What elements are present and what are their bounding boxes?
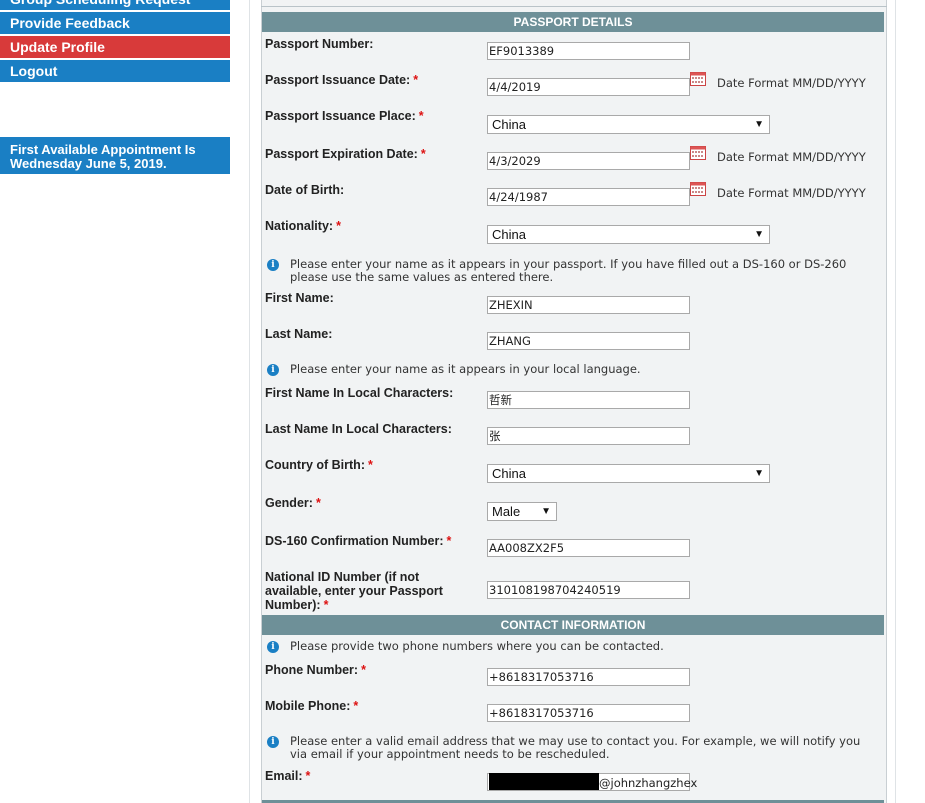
date-format-hint: Date Format MM/DD/YYYY	[717, 76, 866, 90]
local-name-instructions: Please enter your name as it appears in …	[290, 362, 641, 376]
passport-issuance-place-select[interactable]: China ▼	[487, 115, 770, 134]
appointment-notice-line1: First Available Appointment Is	[10, 142, 196, 157]
passport-expiration-date-label: Passport Expiration Date: *	[265, 147, 426, 161]
first-name-label: First Name:	[265, 291, 334, 305]
first-name-local-label: First Name In Local Characters:	[265, 386, 454, 400]
last-name-local-label: Last Name In Local Characters:	[265, 422, 452, 436]
info-icon: i	[267, 259, 279, 271]
nationality-select[interactable]: China ▼	[487, 225, 770, 244]
national-id-input[interactable]: 310108198704240519	[487, 581, 690, 599]
phone-number-input[interactable]: +8618317053716	[487, 668, 690, 686]
first-name-local-input[interactable]: 哲新	[487, 391, 690, 409]
last-name-local-input[interactable]: 张	[487, 427, 690, 445]
info-icon: i	[267, 641, 279, 653]
calendar-icon[interactable]	[690, 146, 706, 160]
national-id-label: National ID Number (if not available, en…	[265, 570, 443, 612]
chevron-down-icon: ▼	[754, 119, 764, 130]
passport-details-header: PASSPORT DETAILS	[262, 12, 884, 32]
redaction-bar	[489, 773, 599, 790]
email-label: Email: *	[265, 769, 311, 783]
country-of-birth-label: Country of Birth: *	[265, 458, 373, 472]
first-available-appointment-notice: First Available Appointment Is Wednesday…	[0, 137, 230, 174]
first-name-input[interactable]: ZHEXIN	[487, 296, 690, 314]
date-of-birth-input[interactable]: 4/24/1987	[487, 188, 690, 206]
date-format-hint: Date Format MM/DD/YYYY	[717, 186, 866, 200]
chevron-down-icon: ▼	[541, 506, 551, 517]
phone-number-label: Phone Number: *	[265, 663, 366, 677]
passport-number-input[interactable]: EF9013389	[487, 42, 690, 60]
date-format-hint: Date Format MM/DD/YYYY	[717, 150, 866, 164]
chevron-down-icon: ▼	[754, 229, 764, 240]
passport-issuance-place-label: Passport Issuance Place: *	[265, 109, 424, 123]
sidebar-item-group-scheduling[interactable]: Group Scheduling Request	[0, 0, 230, 10]
name-instructions: Please enter your name as it appears in …	[290, 257, 847, 284]
ds160-confirmation-input[interactable]: AA008ZX2F5	[487, 539, 690, 557]
calendar-icon[interactable]	[690, 72, 706, 86]
info-icon: i	[267, 364, 279, 376]
calendar-icon[interactable]	[690, 182, 706, 196]
nationality-label: Nationality: *	[265, 219, 341, 233]
sidebar-item-logout[interactable]: Logout	[0, 60, 230, 82]
email-instructions: Please enter a valid email address that …	[290, 734, 861, 761]
mobile-phone-label: Mobile Phone: *	[265, 699, 359, 713]
appointment-notice-line2: Wednesday June 5, 2019.	[10, 156, 167, 171]
gender-select[interactable]: Male ▼	[487, 502, 557, 521]
divider	[895, 0, 896, 803]
passport-number-label: Passport Number:	[265, 37, 374, 51]
passport-expiration-date-input[interactable]: 4/3/2029	[487, 152, 690, 170]
ds160-confirmation-label: DS-160 Confirmation Number: *	[265, 534, 452, 548]
divider	[261, 6, 887, 7]
divider	[249, 0, 250, 803]
sidebar-item-update-profile[interactable]: Update Profile	[0, 36, 230, 58]
country-of-birth-select[interactable]: China ▼	[487, 464, 770, 483]
gender-label: Gender: *	[265, 496, 321, 510]
last-name-label: Last Name:	[265, 327, 333, 341]
sidebar-item-provide-feedback[interactable]: Provide Feedback	[0, 12, 230, 34]
passport-issuance-date-input[interactable]: 4/4/2019	[487, 78, 690, 96]
date-of-birth-label: Date of Birth:	[265, 183, 345, 197]
phone-instructions: Please provide two phone numbers where y…	[290, 639, 664, 653]
last-name-input[interactable]: ZHANG	[487, 332, 690, 350]
passport-issuance-date-label: Passport Issuance Date: *	[265, 73, 419, 87]
info-icon: i	[267, 736, 279, 748]
mobile-phone-input[interactable]: +8618317053716	[487, 704, 690, 722]
contact-information-header: CONTACT INFORMATION	[262, 615, 884, 635]
chevron-down-icon: ▼	[754, 468, 764, 479]
email-visible-value: @johnzhangzhex	[599, 776, 698, 790]
